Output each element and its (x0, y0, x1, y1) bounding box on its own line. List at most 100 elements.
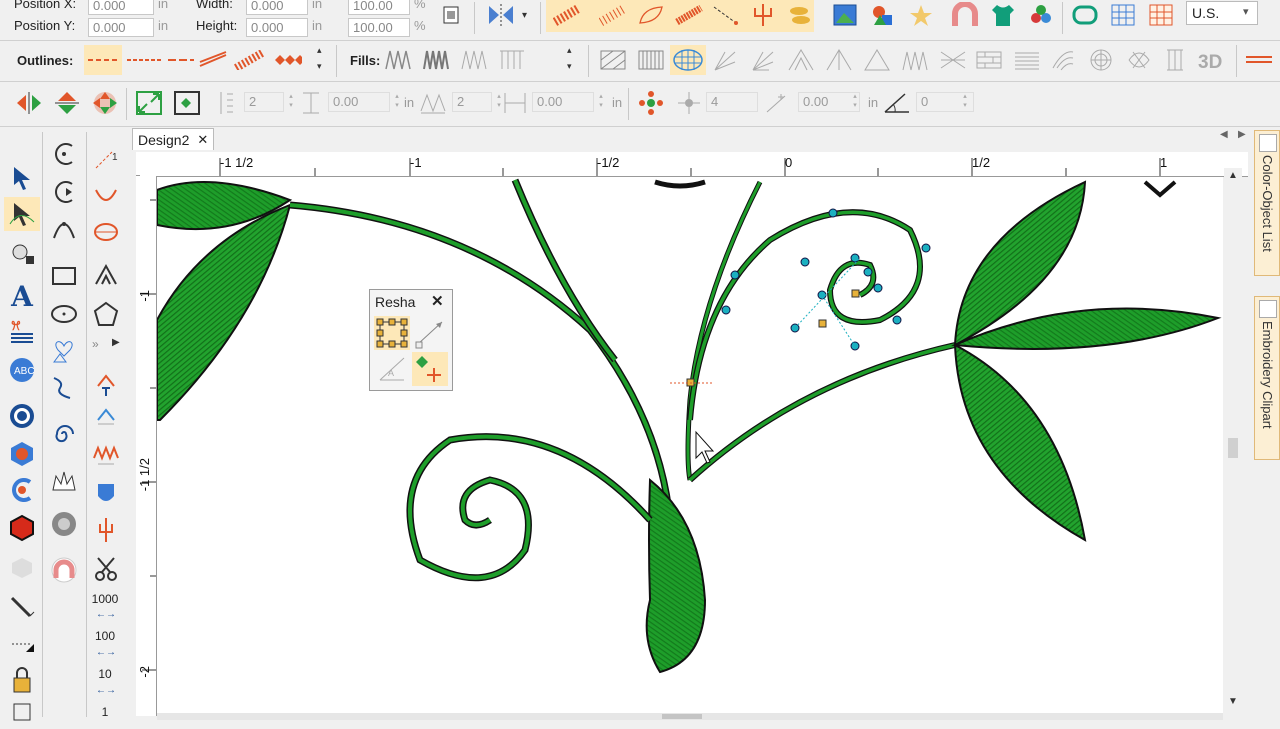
density-tool-icon[interactable] (88, 439, 124, 473)
applique-icon[interactable] (4, 437, 40, 471)
fill-pattern-button[interactable] (670, 45, 706, 75)
trident-icon[interactable] (748, 0, 778, 30)
swap-tool-icon[interactable] (88, 403, 124, 437)
crown-icon[interactable] (46, 465, 82, 499)
reshape-line-icon[interactable] (412, 316, 448, 350)
target-icon[interactable] (4, 399, 40, 433)
running-stitch-icon[interactable] (710, 0, 740, 30)
spinner-icon[interactable]: ▴ ▾ (286, 92, 296, 112)
fill-spike-icon[interactable] (824, 45, 854, 75)
fill-stripe-icon[interactable] (498, 45, 528, 75)
mirror-icon[interactable] (486, 0, 516, 30)
scissors-icon[interactable] (88, 551, 124, 585)
step-10-button[interactable]: 10 (86, 667, 124, 681)
chevron-right-icon[interactable]: ▶ (112, 337, 120, 348)
flip-both-icon[interactable] (90, 88, 120, 118)
leaf-stitch-icon[interactable] (636, 0, 666, 30)
fill-grid-icon[interactable] (636, 45, 666, 75)
curve-point-icon[interactable] (46, 137, 82, 171)
arc-icon[interactable] (88, 179, 124, 213)
fill-fan-icon[interactable] (710, 45, 740, 75)
outline-diamond-icon[interactable] (272, 45, 302, 75)
color-object-list-panel-tab[interactable]: Color-Object List (1254, 130, 1280, 276)
wave-line-icon[interactable] (46, 371, 82, 405)
chevron-down-icon[interactable]: ▾ (522, 10, 527, 21)
spiral-icon[interactable] (46, 417, 82, 451)
scroll-down-icon[interactable]: ▼ (1228, 696, 1238, 707)
close-icon[interactable]: ✕ (197, 132, 208, 148)
count-icon[interactable] (674, 88, 704, 118)
star-icon[interactable] (906, 0, 936, 30)
monogram-icon[interactable]: ꕮ (4, 313, 40, 347)
outline-running-button[interactable] (84, 45, 122, 75)
satin-stitch-icon[interactable] (552, 0, 582, 30)
flip-horizontal-icon[interactable] (14, 88, 44, 118)
rows-field[interactable]: 2 (244, 92, 284, 112)
polygon-tool-icon[interactable] (88, 259, 124, 293)
height-field[interactable]: 0.000 (246, 18, 308, 37)
count-field[interactable]: 4 (706, 92, 758, 112)
reshape-nodes-button[interactable] (374, 316, 410, 350)
fill-wave-icon[interactable] (900, 45, 930, 75)
needle-icon[interactable] (4, 589, 40, 623)
lettering-icon[interactable]: ABC (4, 353, 40, 387)
chevron-up-icon[interactable]: ▴ (567, 45, 572, 56)
outline-dashed-icon[interactable] (124, 45, 166, 75)
scrollbar-thumb[interactable] (1228, 438, 1238, 458)
hexagon-icon[interactable] (4, 511, 40, 545)
lock-icon[interactable] (4, 663, 40, 697)
outline-tool-icon[interactable] (4, 473, 40, 507)
angle-icon[interactable] (882, 88, 912, 118)
horizontal-gap-field[interactable]: 0.00 (532, 92, 594, 112)
units-select[interactable]: U.S. ▾ (1186, 1, 1258, 25)
fill-dense-zigzag-icon[interactable] (422, 45, 452, 75)
row-spacing-icon[interactable] (212, 88, 242, 118)
pin-tool-icon[interactable] (88, 513, 124, 547)
fill-radial-icon[interactable] (748, 45, 778, 75)
reshape-center-icon[interactable] (412, 352, 448, 386)
horizontal-scrollbar[interactable] (157, 713, 1223, 720)
feather-stitch-icon[interactable] (674, 0, 704, 30)
fill-none-icon[interactable] (1242, 45, 1276, 75)
radius-icon[interactable] (762, 88, 792, 118)
circle-grey-icon[interactable] (46, 507, 82, 541)
scale-width-field[interactable]: 100.00 (348, 0, 410, 15)
center-icon[interactable] (436, 0, 466, 30)
close-icon[interactable]: ✕ (431, 292, 444, 310)
reshape-angle-icon[interactable]: A (374, 352, 410, 386)
scrollbar-thumb[interactable] (662, 714, 702, 719)
select-arrow-icon[interactable] (4, 161, 40, 195)
tab-scroll-left-icon[interactable]: ◀ (1220, 129, 1228, 140)
hexagon-disabled-icon[interactable] (4, 551, 40, 585)
chevron-down-icon[interactable]: ▾ (317, 61, 322, 72)
more-tools-icon[interactable]: » (92, 337, 99, 351)
color-palette-icon[interactable] (1026, 0, 1056, 30)
fill-peak-icon[interactable] (786, 45, 816, 75)
text-tool-icon[interactable]: A (4, 279, 40, 313)
ellipse-tool-icon[interactable] (46, 297, 82, 331)
step-1-button[interactable]: 1 (86, 705, 124, 719)
spinner-icon[interactable]: ▴ ▾ (392, 92, 402, 112)
flip-vertical-icon[interactable] (52, 88, 82, 118)
shield-tool-icon[interactable] (88, 477, 124, 511)
hoop-outline-icon[interactable] (1070, 0, 1100, 30)
line-node-icon[interactable]: 1 (88, 143, 124, 177)
fill-column-icon[interactable] (1160, 45, 1190, 75)
square-icon[interactable] (4, 695, 40, 729)
grid-table-icon[interactable] (1146, 0, 1176, 30)
step-100-button[interactable]: 100 (86, 629, 124, 643)
bezier-tool-icon[interactable] (46, 211, 82, 245)
hoop-red-icon[interactable] (46, 553, 82, 587)
reshape-tool-icon[interactable] (4, 197, 40, 231)
fill-spiral-icon[interactable] (1124, 45, 1154, 75)
outline-satin-icon[interactable] (234, 45, 264, 75)
curve-tool-icon[interactable] (46, 175, 82, 209)
shirt-icon[interactable] (988, 0, 1018, 30)
grid-icon[interactable] (1108, 0, 1138, 30)
fill-sparse-zigzag-icon[interactable] (460, 45, 490, 75)
spinner-icon[interactable]: ▴ ▾ (960, 92, 970, 112)
scroll-up-icon[interactable]: ▲ (1228, 170, 1238, 181)
fill-hatch-icon[interactable] (598, 45, 628, 75)
vertical-scrollbar[interactable]: ▲ ▼ (1224, 168, 1242, 716)
stitch-point-icon[interactable] (4, 627, 40, 661)
